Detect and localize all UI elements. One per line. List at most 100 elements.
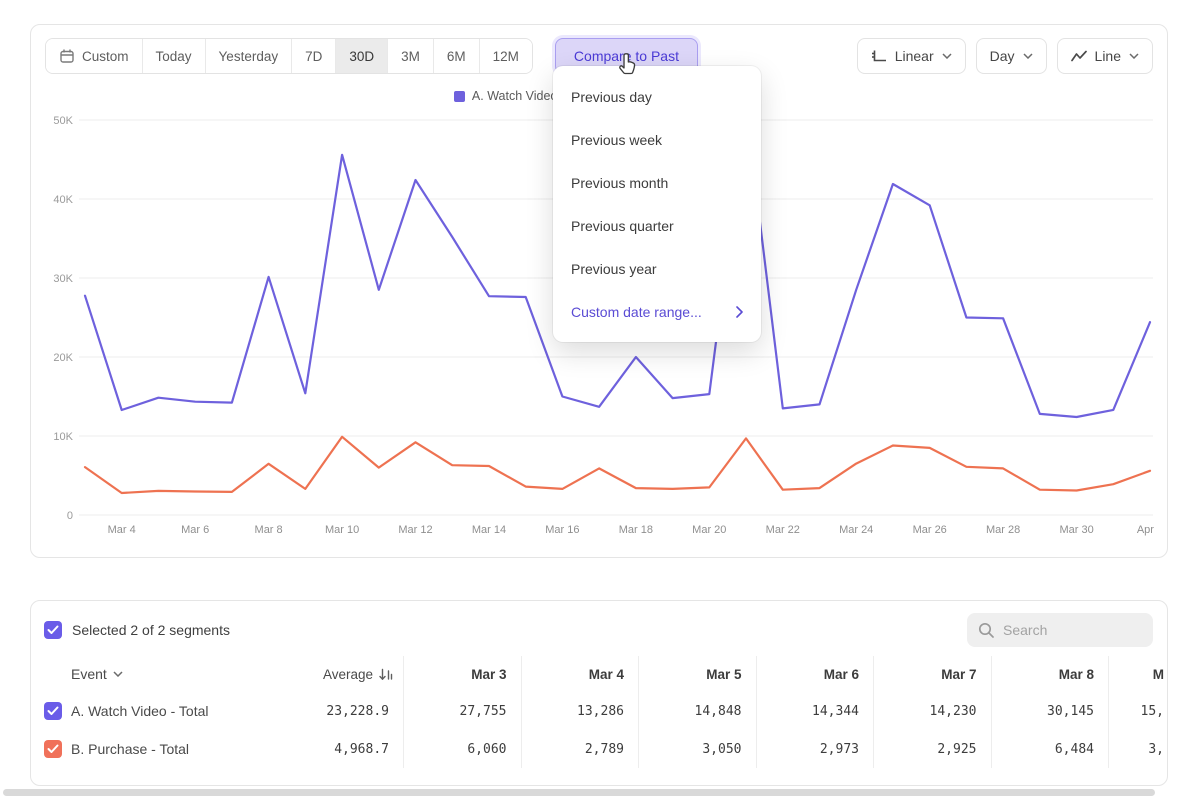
table-cell: 14,848 — [638, 692, 756, 730]
calendar-icon — [59, 48, 75, 64]
table-cell: 2,973 — [756, 730, 874, 768]
svg-text:Mar 10: Mar 10 — [325, 524, 359, 536]
svg-text:Apr 1: Apr 1 — [1137, 524, 1155, 536]
table-header-row: Event Average Mar 3 Mar 4 Mar 5 Mar 6 Ma… — [31, 656, 1167, 692]
range-label: 6M — [447, 49, 466, 64]
segments-card: Selected 2 of 2 segments Event Average M… — [30, 600, 1168, 786]
check-icon — [47, 706, 59, 716]
event-label: A. Watch Video - Total — [71, 703, 208, 719]
table-cell: 27,755 — [403, 692, 521, 730]
svg-text:40K: 40K — [53, 194, 73, 206]
range-yesterday-button[interactable]: Yesterday — [205, 39, 292, 73]
svg-text:Mar 6: Mar 6 — [181, 524, 209, 536]
compare-dropdown-menu: Previous day Previous week Previous mont… — [553, 66, 761, 342]
date-range-selector: Custom Today Yesterday 7D 30D 3M 6M 12M — [45, 38, 533, 74]
chevron-down-icon — [1129, 53, 1139, 59]
column-header[interactable]: Mar 7 — [873, 656, 991, 692]
menu-item-previous-week[interactable]: Previous week — [553, 118, 761, 161]
segments-table: Event Average Mar 3 Mar 4 Mar 5 Mar 6 Ma… — [31, 656, 1167, 768]
column-header[interactable]: Mar 8 — [991, 656, 1109, 692]
range-30d-button[interactable]: 30D — [335, 39, 387, 73]
chevron-down-icon — [113, 671, 123, 677]
table-cell: 14,230 — [873, 692, 991, 730]
chevron-down-icon — [942, 53, 952, 59]
segments-summary: Selected 2 of 2 segments — [72, 622, 230, 638]
table-row: B. Purchase - Total 4,968.7 6,060 2,789 … — [31, 730, 1167, 768]
range-7d-button[interactable]: 7D — [291, 39, 335, 73]
range-label: Yesterday — [219, 49, 279, 64]
table-cell: 2,925 — [873, 730, 991, 768]
table-row: A. Watch Video - Total 23,228.9 27,755 1… — [31, 692, 1167, 730]
menu-item-previous-day[interactable]: Previous day — [553, 75, 761, 118]
search-icon — [977, 621, 995, 639]
chevron-right-icon — [736, 306, 743, 318]
range-label: 7D — [305, 49, 322, 64]
range-3m-button[interactable]: 3M — [387, 39, 433, 73]
scale-dropdown[interactable]: Linear — [857, 38, 966, 74]
column-header[interactable]: Mar 4 — [521, 656, 639, 692]
menu-item-custom-date-range[interactable]: Custom date range... — [553, 290, 761, 333]
table-cell: 23,228.9 — [281, 692, 403, 730]
search-box — [967, 613, 1153, 647]
legend-swatch — [454, 91, 465, 102]
table-cell: 6,484 — [991, 730, 1109, 768]
range-label: Today — [156, 49, 192, 64]
custom-date-range-label: Custom date range... — [571, 304, 702, 320]
column-header-clipped[interactable]: M — [1108, 656, 1168, 692]
view-controls: Linear Day Line — [857, 38, 1153, 74]
row-checkbox[interactable] — [44, 702, 62, 720]
menu-item-previous-quarter[interactable]: Previous quarter — [553, 204, 761, 247]
table-cell: 30,145 — [991, 692, 1109, 730]
table-cell: 3,050 — [638, 730, 756, 768]
svg-text:Mar 26: Mar 26 — [913, 524, 947, 536]
svg-text:Mar 8: Mar 8 — [255, 524, 283, 536]
svg-text:Mar 14: Mar 14 — [472, 524, 506, 536]
range-label: Custom — [82, 49, 129, 64]
table-cell: 6,060 — [403, 730, 521, 768]
svg-text:10K: 10K — [53, 431, 73, 443]
table-cell-clipped: 15, — [1108, 692, 1168, 730]
svg-text:30K: 30K — [53, 273, 73, 285]
check-icon — [47, 744, 59, 754]
table-cell: 4,968.7 — [281, 730, 403, 768]
menu-item-previous-month[interactable]: Previous month — [553, 161, 761, 204]
row-checkbox[interactable] — [44, 740, 62, 758]
chevron-down-icon — [1023, 53, 1033, 59]
svg-text:20K: 20K — [53, 352, 73, 364]
range-6m-button[interactable]: 6M — [433, 39, 479, 73]
segments-header: Selected 2 of 2 segments — [31, 601, 1167, 656]
svg-text:Mar 16: Mar 16 — [545, 524, 579, 536]
check-icon — [47, 625, 59, 635]
line-chart-icon — [1071, 50, 1087, 62]
table-cell: 2,789 — [521, 730, 639, 768]
range-12m-button[interactable]: 12M — [479, 39, 532, 73]
event-column-header[interactable]: Event — [31, 656, 281, 692]
svg-text:Mar 12: Mar 12 — [398, 524, 432, 536]
menu-item-previous-year[interactable]: Previous year — [553, 247, 761, 290]
interval-label: Day — [990, 48, 1015, 64]
svg-text:0: 0 — [67, 510, 73, 522]
range-today-button[interactable]: Today — [142, 39, 205, 73]
axis-icon — [871, 49, 887, 64]
svg-text:Mar 4: Mar 4 — [108, 524, 136, 536]
svg-text:Mar 28: Mar 28 — [986, 524, 1020, 536]
select-all-checkbox[interactable] — [44, 621, 62, 639]
range-custom-button[interactable]: Custom — [46, 39, 142, 73]
column-header[interactable]: Mar 6 — [756, 656, 874, 692]
chart-type-dropdown[interactable]: Line — [1057, 38, 1153, 74]
table-cell: 14,344 — [756, 692, 874, 730]
column-header[interactable]: Mar 3 — [403, 656, 521, 692]
horizontal-scrollbar[interactable] — [3, 789, 1155, 796]
table-cell: 13,286 — [521, 692, 639, 730]
table-cell-clipped: 3, — [1108, 730, 1168, 768]
average-column-header[interactable]: Average — [281, 656, 403, 692]
column-header[interactable]: Mar 5 — [638, 656, 756, 692]
svg-text:50K: 50K — [53, 115, 73, 127]
interval-dropdown[interactable]: Day — [976, 38, 1047, 74]
svg-text:Mar 20: Mar 20 — [692, 524, 726, 536]
range-label: 3M — [401, 49, 420, 64]
svg-text:Mar 22: Mar 22 — [766, 524, 800, 536]
sort-descending-icon — [379, 668, 393, 681]
svg-text:Mar 30: Mar 30 — [1059, 524, 1093, 536]
event-label: B. Purchase - Total — [71, 741, 189, 757]
